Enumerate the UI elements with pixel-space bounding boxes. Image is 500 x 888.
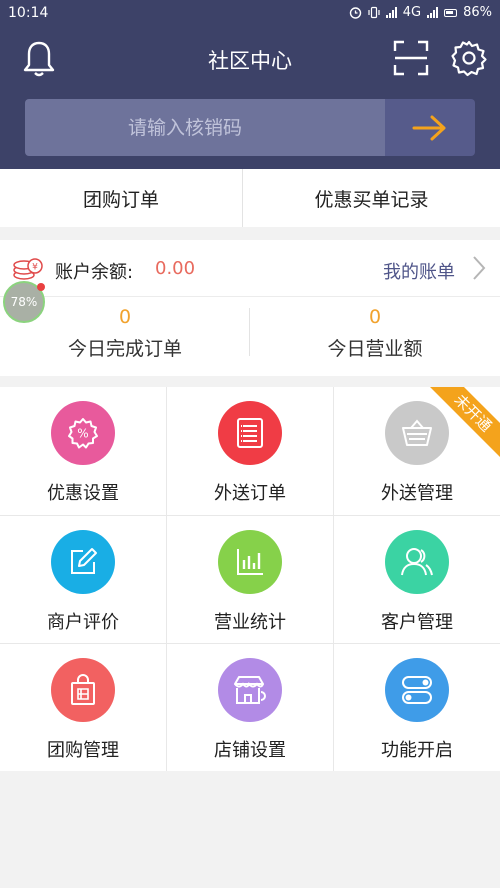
grid-item-label: 客户管理	[381, 612, 453, 633]
stat-value: 0	[368, 306, 382, 328]
status-time: 10:14	[8, 5, 49, 21]
grid-item-label: 团购管理	[47, 740, 119, 761]
order-list-icon	[218, 401, 282, 465]
vibrate-icon	[368, 6, 380, 19]
grid-item-store-settings[interactable]: 店铺设置	[167, 644, 333, 772]
users-icon	[385, 530, 449, 594]
battery-percent: 86%	[463, 5, 492, 20]
edit-icon	[51, 530, 115, 594]
grid-item-business-stats[interactable]: 营业统计	[167, 516, 333, 644]
order-tabs: 团购订单 优惠买单记录	[0, 169, 500, 227]
grid-item-label: 功能开启	[381, 740, 453, 761]
stat-label: 今日营业额	[327, 338, 423, 360]
grid-item-delivery-management[interactable]: 外送管理 未开通	[334, 387, 500, 515]
account-card: ¥ 账户余额: 0.00 我的账单 0 今日完成订单 0 今日营业额	[0, 240, 500, 376]
grid-item-group-buy-management[interactable]: 团购管理	[0, 644, 166, 772]
tab-group-orders[interactable]: 团购订单	[0, 169, 243, 227]
arrow-right-icon	[412, 115, 446, 140]
svg-text:%: %	[77, 427, 88, 441]
alarm-icon	[349, 7, 361, 19]
signal-icon-2	[427, 7, 439, 18]
grid-item-customer-management[interactable]: 客户管理	[334, 516, 500, 644]
search-bar	[25, 99, 475, 156]
grid-item-merchant-reviews[interactable]: 商户评价	[0, 516, 166, 644]
toggle-switches-icon	[385, 658, 449, 722]
balance-amount: 0.00	[155, 258, 196, 279]
grid-item-delivery-orders[interactable]: 外送订单	[167, 387, 333, 515]
svg-text:¥: ¥	[32, 263, 38, 273]
chevron-right-icon[interactable]	[471, 254, 487, 282]
stat-label: 今日完成订单	[67, 338, 182, 360]
balance-label: 账户余额:	[55, 262, 134, 283]
grid-item-label: 店铺设置	[214, 740, 286, 761]
battery-icon	[444, 8, 458, 17]
verify-code-input[interactable]	[25, 99, 385, 156]
grid-item-label: 外送管理	[381, 483, 453, 504]
bar-chart-icon	[218, 530, 282, 594]
submit-button[interactable]	[385, 99, 475, 156]
balance-row: ¥ 账户余额: 0.00 我的账单	[0, 240, 500, 297]
scan-icon[interactable]	[393, 40, 429, 76]
grid-item-label: 优惠设置	[47, 483, 119, 504]
tab-discount-records[interactable]: 优惠买单记录	[243, 169, 500, 227]
gear-icon[interactable]	[450, 39, 488, 77]
storefront-icon	[218, 658, 282, 722]
grid-item-discount-settings[interactable]: % 优惠设置	[0, 387, 166, 515]
notification-dot	[37, 283, 45, 291]
top-bar: 社区中心	[0, 30, 500, 86]
coin-stack-icon: ¥	[13, 258, 43, 280]
stat-today-revenue: 0 今日营业额	[250, 306, 500, 361]
function-grid: % 优惠设置 外送订单 外送管理 未开通 商户评价 营业统计 客户管理 团购管理…	[0, 387, 500, 771]
grid-item-label: 商户评价	[47, 612, 119, 633]
my-bill-link[interactable]: 我的账单	[383, 258, 455, 284]
grid-item-feature-activation[interactable]: 功能开启	[334, 644, 500, 772]
grid-item-label: 外送订单	[214, 483, 286, 504]
discount-badge-icon: %	[51, 401, 115, 465]
grid-item-label: 营业统计	[214, 612, 286, 633]
status-bar: 10:14 4G 86%	[0, 0, 500, 28]
header: 10:14 4G 86% 社区中心	[0, 0, 500, 169]
network-label: 4G	[402, 5, 422, 20]
basket-icon	[385, 401, 449, 465]
shopping-bag-icon	[51, 658, 115, 722]
signal-icon	[385, 7, 397, 18]
status-icons: 4G 86%	[349, 5, 492, 20]
